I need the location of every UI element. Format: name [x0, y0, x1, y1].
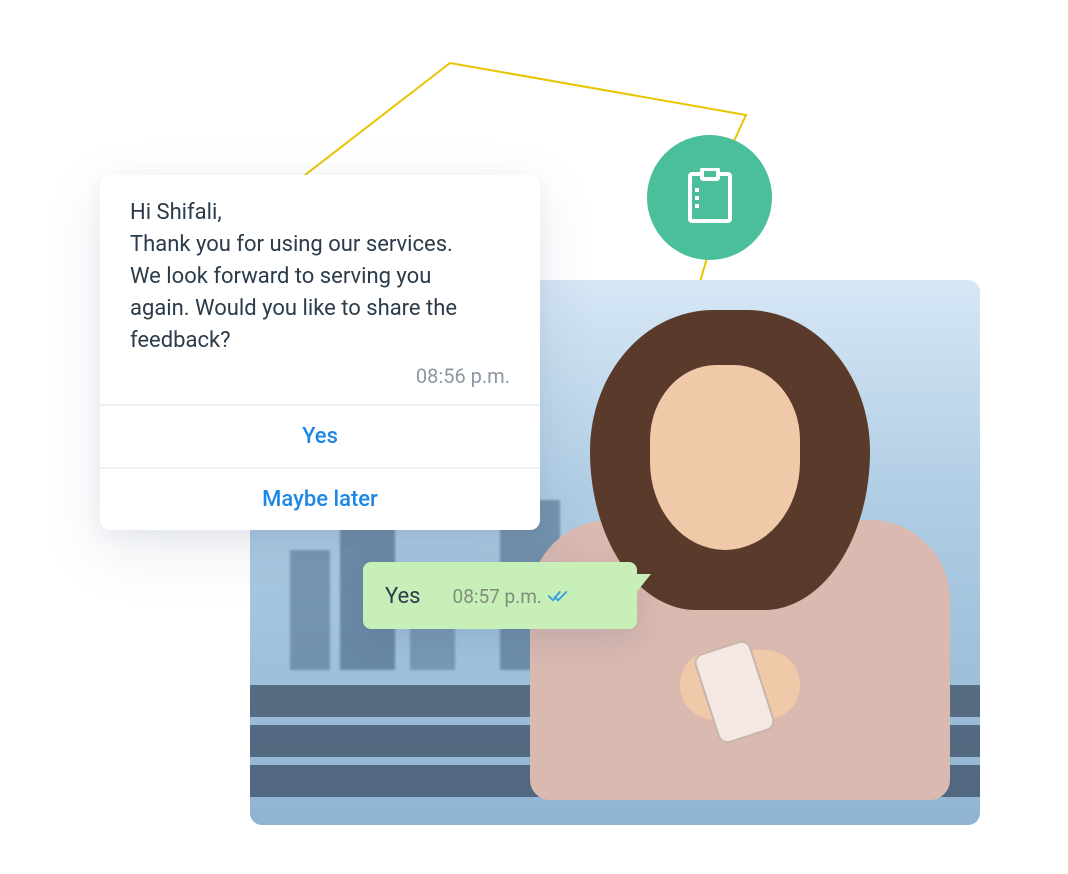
incoming-timestamp: 08:56 p.m.	[100, 364, 540, 404]
clipboard-badge	[647, 135, 772, 260]
option-yes-button[interactable]: Yes	[100, 404, 540, 467]
option-maybe-later-button[interactable]: Maybe later	[100, 467, 540, 530]
incoming-message-card: Hi Shifali, Thank you for using our serv…	[100, 175, 540, 530]
msg-line: Hi Shifali,	[130, 197, 510, 229]
outgoing-text: Yes	[385, 584, 421, 609]
msg-line: feedback?	[130, 325, 510, 357]
clipboard-icon	[687, 168, 733, 228]
read-ticks-icon	[548, 590, 568, 604]
photo-face	[650, 365, 800, 550]
outgoing-message-bubble: Yes 08:57 p.m.	[363, 562, 637, 629]
msg-line: again. Would you like to share the	[130, 293, 510, 325]
outgoing-timestamp: 08:57 p.m.	[453, 585, 542, 608]
incoming-message-text: Hi Shifali, Thank you for using our serv…	[100, 175, 540, 364]
photo-person	[530, 310, 950, 800]
msg-line: We look forward to serving you	[130, 261, 510, 293]
msg-line: Thank you for using our services.	[130, 229, 510, 261]
